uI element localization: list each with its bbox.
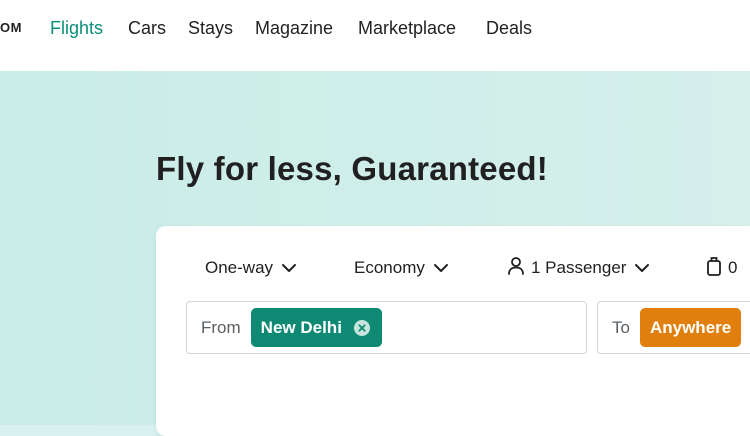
from-field[interactable]: From New Delhi <box>186 301 587 354</box>
chevron-down-icon <box>431 258 451 278</box>
to-location-chip[interactable]: Anywhere <box>639 308 742 347</box>
to-field[interactable]: To Anywhere <box>597 301 750 354</box>
nav-marketplace[interactable]: Marketplace <box>358 18 456 39</box>
chevron-down-icon <box>632 258 652 278</box>
nav-flights[interactable]: Flights <box>50 18 103 39</box>
to-label: To <box>612 317 630 337</box>
chevron-down-icon <box>279 258 299 278</box>
bag-icon <box>706 255 722 282</box>
person-icon <box>507 256 525 281</box>
cabin-class-dropdown[interactable]: Economy <box>354 256 451 280</box>
trip-type-label: One-way <box>205 258 274 277</box>
nav-stays[interactable]: Stays <box>188 18 233 39</box>
from-location-chip[interactable]: New Delhi <box>250 308 382 347</box>
top-navigation-bar: OM Flights Cars Stays Magazine Marketpla… <box>0 0 750 71</box>
from-location-value: New Delhi <box>260 317 342 337</box>
bags-dropdown[interactable]: 0 <box>706 256 737 280</box>
nav-magazine[interactable]: Magazine <box>255 18 333 39</box>
cabin-class-label: Economy <box>354 258 425 277</box>
page-title: Fly for less, Guaranteed! <box>156 150 548 187</box>
passengers-label: 1 Passenger <box>531 258 627 277</box>
passengers-dropdown[interactable]: 1 Passenger <box>507 256 652 280</box>
bags-label: 0 <box>728 258 738 277</box>
to-location-value: Anywhere <box>649 317 732 337</box>
brand-logo[interactable]: OM <box>0 20 22 35</box>
clear-circle-icon[interactable] <box>353 319 370 336</box>
nav-deals[interactable]: Deals <box>486 18 532 39</box>
nav-cars[interactable]: Cars <box>128 18 166 39</box>
trip-type-dropdown[interactable]: One-way <box>205 256 299 280</box>
from-label: From <box>201 317 241 337</box>
